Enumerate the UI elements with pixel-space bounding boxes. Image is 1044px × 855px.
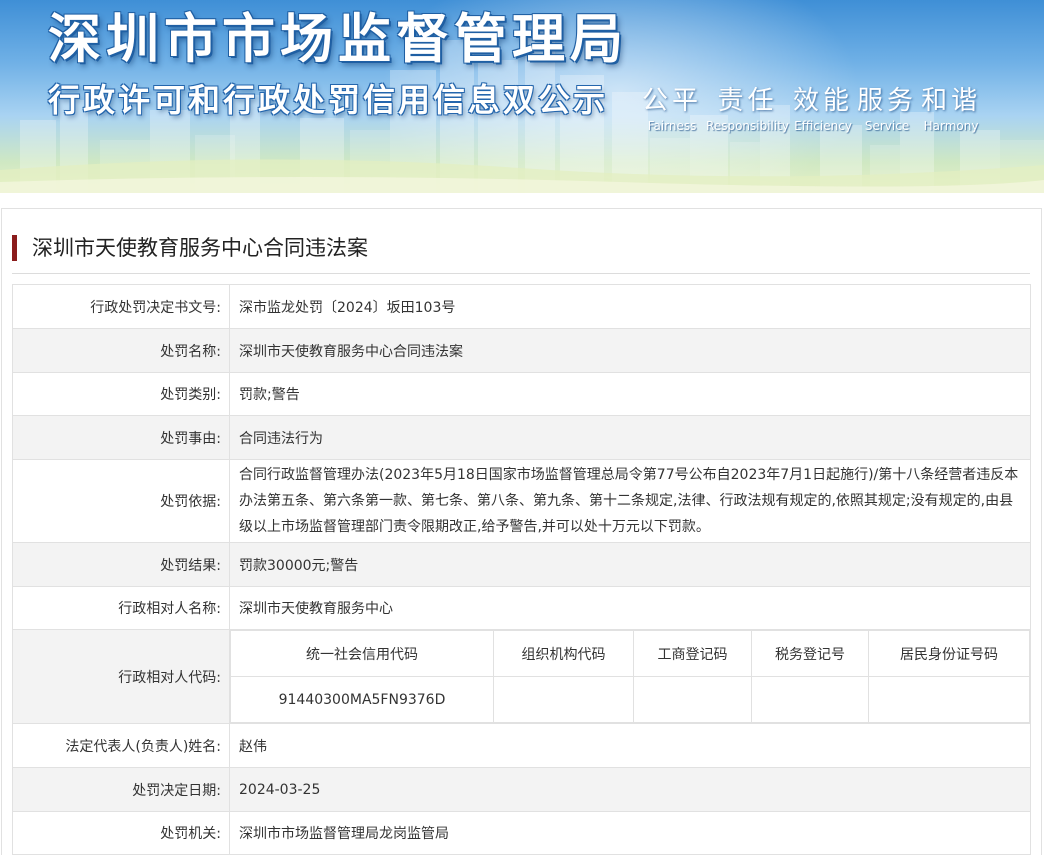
banner-subtitle: 行政许可和行政处罚信用信息双公示: [48, 81, 609, 119]
slogan-en: Efficiency: [794, 119, 852, 133]
org-code-value: [493, 676, 634, 723]
slogan-responsibility: 责任 Responsibility: [706, 84, 789, 134]
code-header: 居民身份证号码: [868, 630, 1030, 677]
party-name: 深圳市天使教育服务中心: [229, 586, 1031, 630]
slogan-en: Harmony: [923, 119, 979, 133]
row-label: 处罚结果:: [12, 542, 230, 587]
decision-date: 2024-03-25: [229, 767, 1031, 812]
slogan-zh: 公平: [642, 86, 703, 116]
slogan-zh: 和谐: [921, 86, 982, 116]
table-row: 处罚事由: 合同违法行为: [12, 415, 1031, 460]
slogan-zh: 效能: [793, 86, 854, 116]
id-number-value: [868, 676, 1030, 723]
code-header: 组织机构代码: [493, 630, 634, 677]
table-row: 行政处罚决定书文号: 深市监龙处罚〔2024〕坂田103号: [12, 284, 1031, 329]
code-value-row: 91440300MA5FN9376D: [230, 676, 1030, 723]
code-header: 统一社会信用代码: [230, 630, 494, 677]
tax-reg-value: [751, 676, 869, 723]
table-row: 处罚机关: 深圳市市场监督管理局龙岗监管局: [12, 811, 1031, 855]
table-row: 处罚依据: 合同行政监督管理办法(2023年5月18日国家市场监督管理总局令第7…: [12, 459, 1031, 543]
row-label: 行政相对人名称:: [12, 586, 230, 630]
penalty-info-table: 行政处罚决定书文号: 深市监龙处罚〔2024〕坂田103号 处罚名称: 深圳市天…: [12, 284, 1031, 855]
slogan-zh: 服务: [857, 86, 918, 116]
penalty-name: 深圳市天使教育服务中心合同违法案: [229, 328, 1031, 373]
slogan-fairness: 公平 Fairness: [642, 84, 702, 134]
penalty-result: 罚款30000元;警告: [229, 542, 1031, 587]
table-row: 行政相对人名称: 深圳市天使教育服务中心: [12, 586, 1031, 630]
penalty-reason: 合同违法行为: [229, 415, 1031, 460]
business-reg-value: [633, 676, 752, 723]
decision-number: 深市监龙处罚〔2024〕坂田103号: [229, 284, 1031, 329]
row-label: 处罚名称:: [12, 328, 230, 373]
slogan-list: 公平 Fairness 责任 Responsibility 效能 Efficie…: [642, 84, 985, 134]
row-label: 处罚依据:: [12, 459, 230, 543]
row-label: 法定代表人(负责人)姓名:: [12, 723, 230, 768]
row-label: 处罚事由:: [12, 415, 230, 460]
content-panel: 深圳市天使教育服务中心合同违法案 行政处罚决定书文号: 深市监龙处罚〔2024〕…: [1, 208, 1042, 855]
credit-code-value: 91440300MA5FN9376D: [230, 676, 494, 723]
table-row: 法定代表人(负责人)姓名: 赵伟: [12, 723, 1031, 768]
heading-accent-bar: [12, 235, 17, 261]
legal-representative: 赵伟: [229, 723, 1031, 768]
slogan-en: Responsibility: [706, 119, 790, 133]
slogan-en: Service: [864, 119, 910, 133]
slogan-en: Fairness: [647, 119, 697, 133]
slogan-zh: 责任: [717, 86, 778, 116]
code-header: 税务登记号: [751, 630, 869, 677]
penalty-basis: 合同行政监督管理办法(2023年5月18日国家市场监督管理总局令第77号公布自2…: [229, 459, 1031, 543]
penalty-category: 罚款;警告: [229, 372, 1031, 416]
penalty-authority: 深圳市市场监督管理局龙岗监管局: [229, 811, 1031, 855]
row-label: 处罚决定日期:: [12, 767, 230, 812]
table-row: 行政相对人代码: 统一社会信用代码 组织机构代码 工商登记码 税务登记号 居民身…: [12, 629, 1031, 724]
case-title: 深圳市天使教育服务中心合同违法案: [32, 236, 368, 260]
table-row: 处罚类别: 罚款;警告: [12, 372, 1031, 416]
header-banner: 深圳市市场监督管理局 行政许可和行政处罚信用信息双公示 公平 Fairness …: [0, 0, 1044, 193]
table-row: 处罚结果: 罚款30000元;警告: [12, 542, 1031, 587]
case-heading: 深圳市天使教育服务中心合同违法案: [12, 232, 1030, 274]
table-row: 处罚决定日期: 2024-03-25: [12, 767, 1031, 812]
code-header: 工商登记码: [633, 630, 752, 677]
slogan-harmony: 和谐 Harmony: [921, 84, 981, 134]
row-label: 处罚机关:: [12, 811, 230, 855]
row-label: 行政处罚决定书文号:: [12, 284, 230, 329]
slogan-efficiency: 效能 Efficiency: [793, 84, 853, 134]
banner-title: 深圳市市场监督管理局: [48, 9, 628, 70]
row-label: 处罚类别:: [12, 372, 230, 416]
slogan-service: 服务 Service: [857, 84, 917, 134]
party-code-cell: 统一社会信用代码 组织机构代码 工商登记码 税务登记号 居民身份证号码 9144…: [229, 629, 1031, 724]
code-header-row: 统一社会信用代码 组织机构代码 工商登记码 税务登记号 居民身份证号码: [230, 630, 1030, 677]
party-code-table: 统一社会信用代码 组织机构代码 工商登记码 税务登记号 居民身份证号码 9144…: [230, 630, 1030, 723]
row-label: 行政相对人代码:: [12, 629, 230, 724]
table-row: 处罚名称: 深圳市天使教育服务中心合同违法案: [12, 328, 1031, 373]
